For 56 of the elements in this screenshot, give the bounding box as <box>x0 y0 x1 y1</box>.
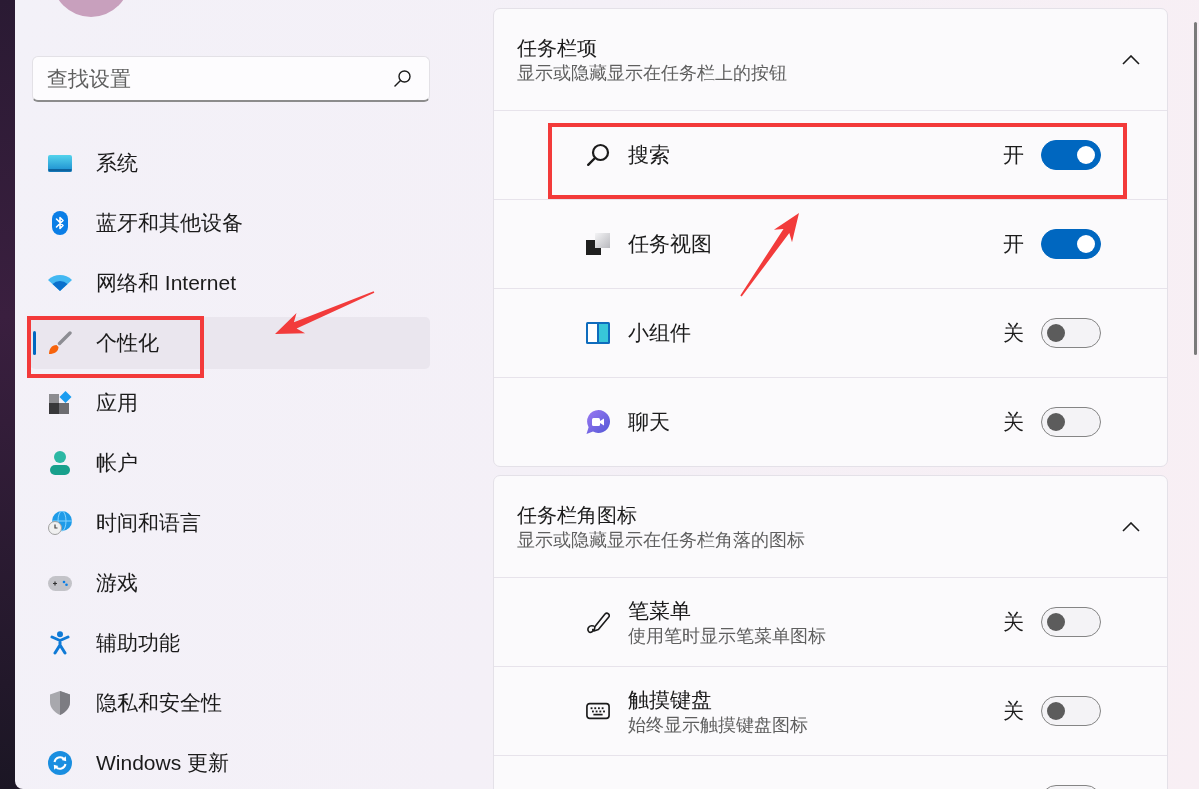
nav-item[interactable]: 蓝牙和其他设备 <box>30 197 430 249</box>
setting-label: 聊天 <box>628 409 671 435</box>
toggle-state-text: 开 <box>1003 231 1024 257</box>
section-description: 显示或隐藏显示在任务栏角落的图标 <box>517 528 806 552</box>
apps-icon <box>48 391 72 415</box>
section-title: 任务栏角图标 <box>517 502 638 528</box>
display-icon <box>48 154 72 172</box>
shield-icon <box>50 691 70 715</box>
globe-clock-icon <box>48 511 72 535</box>
toggle-switch[interactable] <box>1041 607 1101 637</box>
bluetooth-icon <box>52 211 68 235</box>
setting-label: 任务视图 <box>628 231 713 257</box>
widgets-icon <box>586 322 610 344</box>
keyboard-icon <box>586 702 610 720</box>
search-icon <box>586 143 610 167</box>
accessibility-icon <box>50 631 70 655</box>
toggle-state-text: 关 <box>1003 609 1024 635</box>
nav-item[interactable]: Windows 更新 <box>30 737 430 789</box>
section-description: 显示或隐藏显示在任务栏上的按钮 <box>517 61 788 85</box>
person-icon <box>50 451 70 475</box>
toggle-state-text: 关 <box>1003 698 1024 724</box>
nav-item[interactable]: 帐户 <box>30 437 430 489</box>
toggle-state-text: 关 <box>1003 320 1024 346</box>
toggle-switch[interactable] <box>1041 318 1101 348</box>
setting-label: 搜索 <box>628 142 671 168</box>
pen-icon <box>586 610 610 634</box>
search-icon[interactable] <box>394 70 411 87</box>
gamepad-icon <box>48 575 72 591</box>
nav-item[interactable]: 隐私和安全性 <box>30 677 430 729</box>
setting-description: 始终显示触摸键盘图标 <box>628 714 809 737</box>
nav-item[interactable]: 游戏 <box>30 557 430 609</box>
toggle-switch[interactable] <box>1041 407 1101 437</box>
nav-item[interactable]: 辅助功能 <box>30 617 430 669</box>
setting-label: 笔菜单 <box>628 598 692 624</box>
chat-icon <box>586 410 610 434</box>
refresh-icon <box>48 751 72 775</box>
nav-item[interactable]: 时间和语言 <box>30 497 430 549</box>
chevron-up-icon[interactable] <box>1122 521 1140 532</box>
chevron-up-icon[interactable] <box>1122 54 1140 65</box>
toggle-state-text: 关 <box>1003 409 1024 435</box>
setting-description: 使用笔时显示笔菜单图标 <box>628 625 827 648</box>
nav-item[interactable]: 系统 <box>30 137 430 189</box>
section-title: 任务栏项 <box>517 35 598 61</box>
toggle-switch[interactable] <box>1041 229 1101 259</box>
wifi-icon <box>48 275 72 291</box>
toggle-switch[interactable] <box>1041 696 1101 726</box>
nav-item[interactable]: 应用 <box>30 377 430 429</box>
nav-item[interactable]: 个性化 <box>30 317 430 369</box>
setting-label: 触摸键盘 <box>628 687 713 713</box>
task-view-icon <box>586 233 610 255</box>
search-field[interactable]: 查找设置 <box>32 56 430 102</box>
paintbrush-icon <box>48 331 72 355</box>
scrollbar-thumb[interactable] <box>1194 22 1197 355</box>
toggle-state-text: 开 <box>1003 142 1024 168</box>
setting-label: 小组件 <box>628 320 692 346</box>
toggle-switch[interactable] <box>1041 140 1101 170</box>
